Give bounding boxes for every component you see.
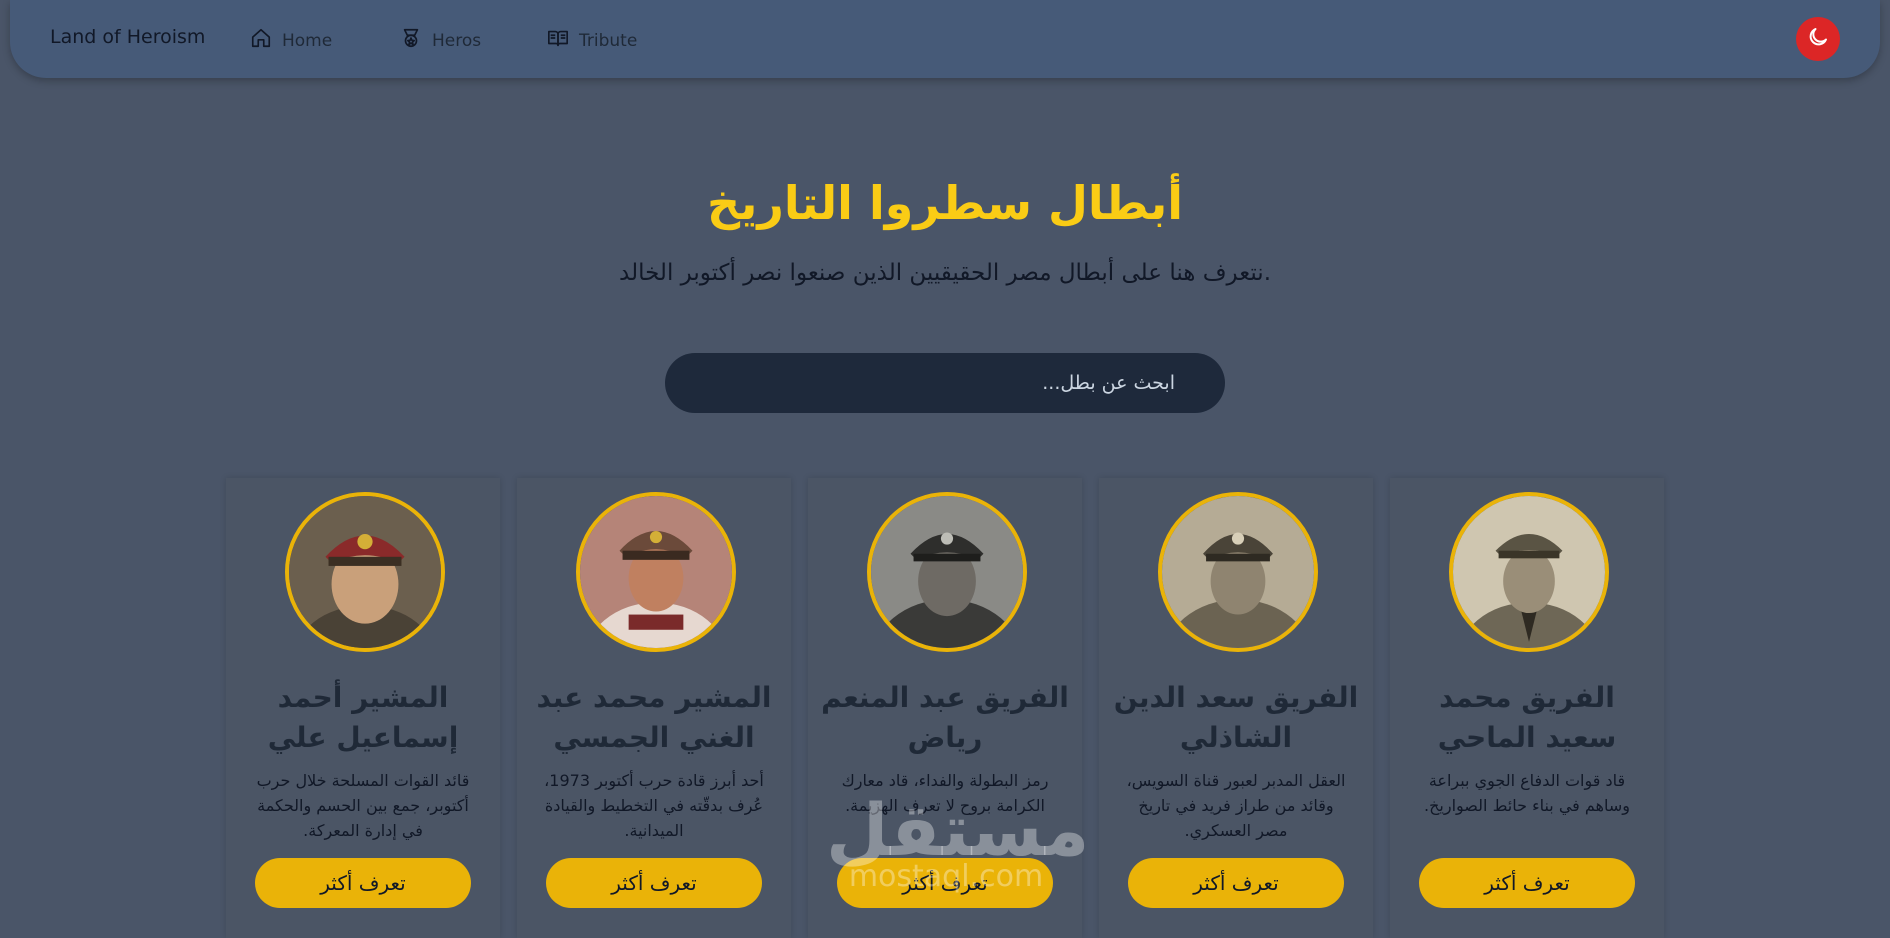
hero-card: الفريق سعد الدين الشاذلي العقل المدبر لع… — [1099, 478, 1373, 938]
book-icon — [547, 27, 569, 54]
hero-portrait — [1158, 492, 1318, 652]
nav-link-home[interactable]: Home — [250, 27, 332, 54]
hero-portrait — [867, 492, 1027, 652]
nav-link-label: Heros — [432, 30, 482, 51]
moon-icon — [1806, 25, 1830, 53]
page-subtitle: نتعرف هنا على أبطال مصر الحقيقيين الذين … — [619, 260, 1271, 286]
page-title: أبطال سطروا التاريخ — [706, 176, 1184, 230]
hero-description: أحد أبرز قادة حرب أكتوبر 1973، عُرف بدقّ… — [544, 771, 764, 840]
learn-more-button[interactable]: تعرف أكثر — [1419, 858, 1635, 908]
hero-card: المشير محمد عبد الغني الجمسي أحد أبرز قا… — [517, 478, 791, 938]
nav-link-heros[interactable]: Heros — [400, 27, 481, 54]
nav-link-tribute[interactable]: Tribute — [547, 27, 637, 54]
hero-name: المشير أحمد إسماعيل علي — [267, 681, 459, 754]
hero-description: قائد القوات المسلحة خلال حرب أكتوبر، جمع… — [256, 771, 470, 840]
hero-card: المشير أحمد إسماعيل علي قائد القوات المس… — [226, 478, 500, 938]
brand-logo-text[interactable]: Land of Heroism — [50, 26, 205, 48]
hero-description: قاد قوات الدفاع الجوي ببراعة وساهم في بن… — [1423, 771, 1630, 815]
hero-card: الفريق محمد سعيد الماحي قاد قوات الدفاع … — [1390, 478, 1664, 938]
hero-portrait — [285, 492, 445, 652]
hero-name: الفريق سعد الدين الشاذلي — [1113, 681, 1359, 754]
hero-name: الفريق عبد المنعم رياض — [821, 681, 1069, 754]
learn-more-button[interactable]: تعرف أكثر — [255, 858, 471, 908]
medal-icon — [400, 27, 422, 54]
hero-name: الفريق محمد سعيد الماحي — [1437, 681, 1617, 754]
home-icon — [250, 27, 272, 54]
learn-more-button[interactable]: تعرف أكثر — [1128, 858, 1344, 908]
nav-link-label: Home — [282, 30, 333, 51]
hero-portrait — [1449, 492, 1609, 652]
hero-portrait — [576, 492, 736, 652]
hero-description: رمز البطولة والفداء، قاد معارك الكرامة ب… — [841, 771, 1049, 815]
nav-link-label: Tribute — [579, 30, 638, 51]
search-input[interactable] — [665, 353, 1225, 413]
theme-toggle-button[interactable] — [1796, 17, 1840, 61]
hero-card: الفريق عبد المنعم رياض رمز البطولة والفد… — [808, 478, 1082, 938]
learn-more-button[interactable]: تعرف أكثر — [546, 858, 762, 908]
hero-description: العقل المدبر لعبور قناة السويس، وقائد من… — [1126, 771, 1346, 840]
learn-more-button[interactable]: تعرف أكثر — [837, 858, 1053, 908]
hero-name: المشير محمد عبد الغني الجمسي — [536, 681, 772, 754]
navbar: Land of Heroism Home Heros Tribute — [10, 0, 1880, 78]
